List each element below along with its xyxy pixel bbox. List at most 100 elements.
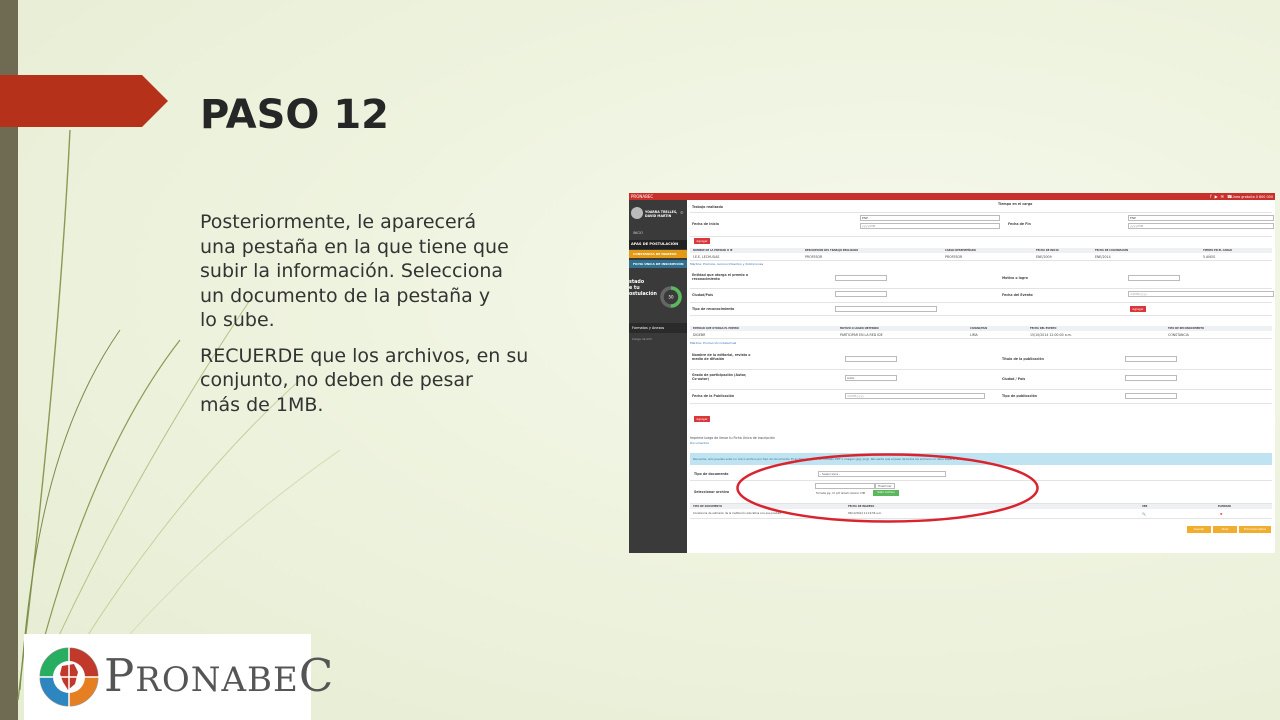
form-row: Fecha de Inicio ENE yyyy/MM Fecha de Fin… — [690, 214, 1274, 237]
topbar-logo: PRONABEC — [631, 194, 654, 199]
screenshot-topbar: PRONABEC f▶✉☎ Línea gratuita 0 800 000 — [629, 193, 1275, 200]
publication-title-input[interactable] — [1125, 356, 1177, 362]
section-produccion-link[interactable]: Méritos: Producción intelectual — [690, 341, 736, 345]
column-header: DESCRIPCIÓN DEL TRABAJO REALIZADO — [805, 249, 859, 252]
status-line: stado — [629, 280, 645, 285]
column-header: TIPO DE RECONOCIMIENTO — [1168, 327, 1205, 330]
table-cell: PROFESOR — [805, 255, 823, 259]
table-row: I.E.E. LECHUGAS PROFESOR PROFESOR ENE/20… — [690, 254, 1272, 261]
sidebar-item-constancia[interactable]: CONSTANCIA DE INGRESO — [629, 250, 687, 258]
award-reason-input[interactable] — [1128, 275, 1180, 281]
column-header: FECHA DE CULMINACIÓN — [1095, 249, 1129, 252]
start-date-input[interactable]: yyyy/MM — [860, 223, 1000, 229]
text-line: conjunto, no deben de pesar — [200, 369, 473, 391]
column-header: MOTIVO O LOGRO OBTENIDO — [840, 327, 879, 330]
status-line: ostulación — [629, 292, 657, 297]
publication-date-input[interactable]: dd/MM/yyyy — [845, 393, 985, 399]
save-button[interactable]: Guardar — [1187, 526, 1211, 533]
sidebar-item-ficha[interactable]: FICHA ÚNICA DE INSCRIPCIÓN — [629, 260, 687, 268]
screenshot-sidebar: YOARRA TRELLES, DAVID MARTIN ⚙ INICIO AP… — [629, 200, 687, 553]
table-cell: I.E.E. LECHUGAS — [693, 255, 720, 259]
sidebar-item-carga[interactable]: Carga de Info — [632, 337, 652, 341]
field-label: Título de la publicación — [1002, 357, 1044, 361]
award-entity-input[interactable] — [835, 275, 887, 281]
table-row: DIGEBR PARTICIPAR EN LA RED IDE LIMA 15/… — [690, 332, 1272, 339]
form-row: Grado de participación (Autor, Co-autor)… — [690, 369, 1272, 390]
table-header: ENTIDAD QUE OTORGA EL PREMIO MOTIVO O LO… — [690, 326, 1272, 331]
field-label: Seleccionar archivo — [694, 490, 730, 494]
paragraph-reminder: RECUERDE que los archivos, en su conjunt… — [200, 344, 640, 418]
add-experience-button[interactable]: Agregar — [694, 238, 710, 244]
field-label: Tiempo en el cargo — [998, 202, 1033, 206]
publication-city-input[interactable] — [1125, 375, 1177, 381]
gear-icon[interactable]: ⚙ — [680, 210, 684, 215]
section-premios-link[interactable]: Méritos: Premios, reconocimientos y dist… — [690, 262, 763, 266]
award-date-input[interactable]: dd/MM/yyyy — [1128, 291, 1274, 297]
table-cell: DIGEBR — [693, 333, 706, 337]
field-label: Motivo o logro — [1002, 276, 1028, 280]
wordmark-final: C — [298, 649, 335, 702]
add-award-button[interactable]: Agregar — [1130, 306, 1146, 312]
text-line: una pestaña en la que tiene que — [200, 235, 509, 258]
column-header: ELIMINAR — [1218, 505, 1232, 508]
start-month-select[interactable]: ENE — [860, 215, 1000, 221]
field-label: Tipo de reconocimiento — [692, 307, 735, 311]
editorial-input[interactable] — [845, 356, 897, 362]
table-cell: PROFESOR — [945, 255, 963, 259]
column-header: TIPO DE DOCUMENTO — [693, 505, 722, 508]
award-city-input[interactable] — [835, 291, 887, 297]
text-line: lo sube. — [200, 309, 275, 331]
postulation-status-label: stado e tu ostulación — [629, 280, 657, 298]
delete-icon[interactable]: ✖ — [1220, 512, 1223, 516]
form-row: Tipo de reconocimiento Agregar — [690, 302, 1272, 316]
field-label: Fecha de la Publicación — [692, 394, 735, 398]
text-line: un documento de la pestaña y — [200, 284, 491, 307]
field-label: Grado de participación (Autor, Co-autor) — [692, 373, 747, 381]
end-date-input[interactable]: yyyy/MM — [1128, 223, 1274, 229]
text-line: más de 1MB. — [200, 393, 324, 416]
sidebar-item-formatos[interactable]: Formatos y Anexos — [629, 323, 687, 333]
end-month-select[interactable]: ENE — [1128, 215, 1274, 221]
field-label: Fecha del Evento — [1002, 293, 1033, 297]
field-label: Nombre de la editorial, revista o medio … — [692, 353, 751, 361]
sidebar-item-inicio[interactable]: INICIO — [633, 231, 643, 235]
text-line: RECUERDE que los archivos, en su — [200, 344, 529, 367]
form-row: Ciudad/País Fecha del Evento dd/MM/yyyy — [690, 288, 1274, 303]
field-label: Entidad que otorga el premio o reconocim… — [692, 273, 749, 281]
column-header: ENTIDAD QUE OTORGA EL PREMIO — [693, 327, 739, 330]
slide-title: PASO 12 — [200, 92, 390, 138]
sidebar-section-title: APAS DE POSTULACIÓN — [629, 240, 687, 249]
field-label: Fecha de Fin — [1008, 222, 1031, 226]
table-cell: 15/10/2014 12:00:00 a.m. — [1030, 333, 1072, 337]
status-line: e tu — [629, 286, 640, 291]
progress-label: 50 — [668, 294, 674, 299]
column-header: CIUDAD/PAÍS — [970, 327, 988, 330]
table-cell: LIMA — [970, 333, 978, 337]
descriptive-sheet-button[interactable]: Ficha Descriptiva — [1239, 526, 1271, 533]
field-label: Trabajo realizado — [692, 205, 723, 209]
award-type-input[interactable] — [835, 306, 937, 312]
field-label: Ciudad / País — [1002, 377, 1026, 381]
form-row: Entidad que otorga el premio o reconocim… — [690, 270, 1272, 289]
globe-logo-icon — [38, 646, 100, 708]
column-header: FECHA DEL EVENTO — [1030, 327, 1057, 330]
user-name-line: DAVID MARTIN — [645, 214, 672, 218]
progress-donut: 50 — [660, 286, 682, 308]
add-publication-button[interactable]: Agregar — [694, 416, 710, 422]
participation-select[interactable]: Autor — [845, 375, 897, 381]
slide-body: Posteriormente, le aparecerá una pestaña… — [200, 210, 640, 428]
table-cell: 5 AÑOS — [1203, 255, 1216, 259]
paragraph-instructions: Posteriormente, le aparecerá una pestaña… — [200, 210, 640, 333]
highlight-oval — [736, 453, 1039, 523]
publication-type-input[interactable] — [1125, 393, 1177, 399]
table-header: NOMBRE DE LA ENTIDAD O IE DESCRIPCIÓN DE… — [690, 248, 1272, 253]
view-icon[interactable]: 🔍 — [1142, 512, 1146, 516]
text-line: subir la información. Selecciona — [200, 260, 504, 282]
form-row: Fecha de la Publicación dd/MM/yyyy Tipo … — [690, 389, 1272, 404]
note-text: Imprime luego de llenar tu Ficha Única d… — [690, 436, 775, 440]
table-cell: PARTICIPAR EN LA RED IDE — [840, 333, 883, 337]
form-row: Trabajo realizado Tiempo en el cargo — [690, 202, 1272, 213]
back-button[interactable]: Atrás — [1213, 526, 1237, 533]
documents-link[interactable]: Documentos — [690, 441, 709, 445]
field-label: Ciudad/País — [692, 293, 713, 297]
